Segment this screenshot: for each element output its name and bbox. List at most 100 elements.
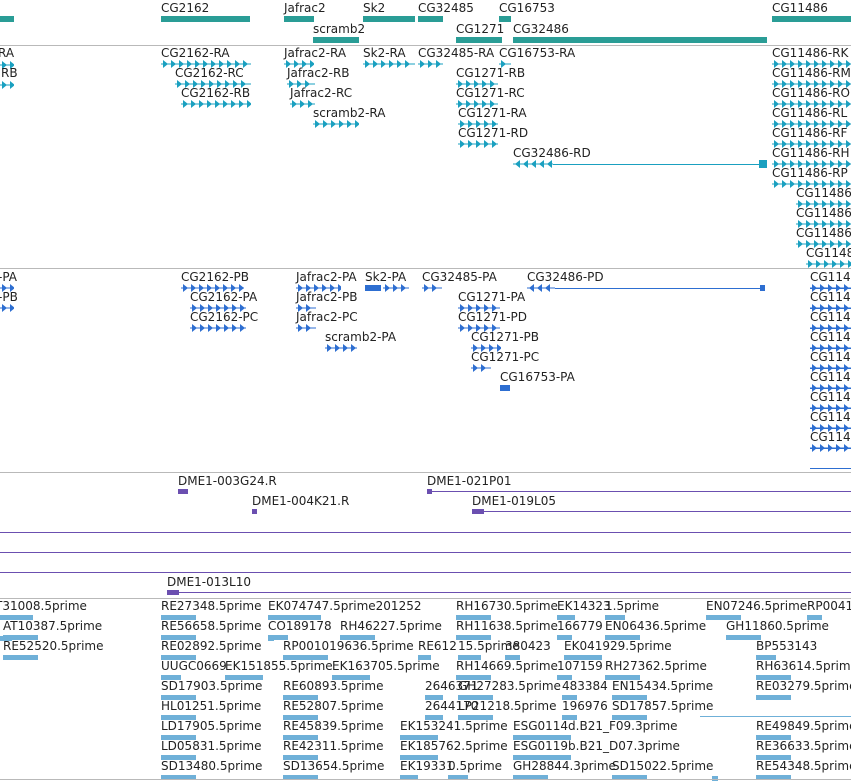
est-label[interactable]: SD17857.5prime <box>612 699 713 713</box>
transcript-label[interactable]: CG11486-RK <box>772 46 848 60</box>
est-feature[interactable] <box>268 636 274 641</box>
est-label[interactable]: EK074747.5prime201252 <box>268 599 421 613</box>
est-label[interactable]: 107159 <box>557 659 603 673</box>
protein-label[interactable]: CG32486-PD <box>527 270 604 284</box>
transcript-label[interactable]: CG1271-RB <box>456 66 525 80</box>
est-label[interactable]: EK14323 <box>557 599 611 613</box>
clone-feature[interactable] <box>178 489 188 494</box>
est-label[interactable]: RE612 <box>418 639 457 653</box>
est-label[interactable]: BP553143 <box>756 639 817 653</box>
protein-label[interactable]: Jafrac2-PC <box>296 310 358 324</box>
protein-exon[interactable] <box>500 385 510 391</box>
protein-label[interactable]: -PB <box>0 290 18 304</box>
protein-label[interactable]: CG114 <box>810 270 851 284</box>
protein-label[interactable]: Jafrac2-PA <box>296 270 357 284</box>
clone-label[interactable]: DME1-003G24.R <box>178 474 277 488</box>
transcript-label[interactable]: Jafrac2-RA <box>284 46 346 60</box>
est-label[interactable]: EK151855.5prime <box>225 659 333 673</box>
transcript-label[interactable]: CG16753-RA <box>499 46 575 60</box>
est-label[interactable]: SD13480.5prime <box>161 759 262 773</box>
clone-label[interactable]: DME1-021P01 <box>427 474 512 488</box>
est-label[interactable]: RH46227.5prime <box>340 619 442 633</box>
est-label[interactable]: RE27348.5prime <box>161 599 262 613</box>
est-label[interactable]: RP0041 <box>807 599 851 613</box>
protein-label[interactable]: -PA <box>0 270 17 284</box>
est-label[interactable]: LP21218.5prime <box>458 699 557 713</box>
est-label[interactable]: AT10387.5prime <box>3 619 102 633</box>
est-label[interactable]: RE02892.5prime <box>161 639 262 653</box>
transcript-glyph[interactable] <box>363 60 415 68</box>
transcript-label[interactable]: CG11486 <box>796 206 851 220</box>
protein-label[interactable]: Jafrac2-PB <box>296 290 357 304</box>
gene-label[interactable]: Sk2 <box>363 1 385 15</box>
est-label[interactable]: CO189178 <box>268 619 332 633</box>
est-label[interactable]: RP001019636.5prime <box>283 639 414 653</box>
est-label[interactable]: RH14669.5prime <box>456 659 558 673</box>
clone-label[interactable]: DME1-004K21.R <box>252 494 349 508</box>
gene-feature[interactable] <box>418 16 443 22</box>
transcript-glyph[interactable] <box>313 120 359 128</box>
est-label[interactable]: 380423 <box>505 639 551 653</box>
clone-feature[interactable] <box>252 509 257 514</box>
est-label[interactable]: SD15022.5prime <box>612 759 713 773</box>
transcript-label[interactable]: CG11486-RH <box>772 146 850 160</box>
est-label[interactable]: EK153241.5prime <box>400 719 508 733</box>
protein-label[interactable]: CG114 <box>810 310 851 324</box>
est-label[interactable]: EK19331 <box>400 759 454 773</box>
transcript-label[interactable]: CG11486-RP <box>772 166 848 180</box>
protein-label[interactable]: Sk2-PA <box>365 270 406 284</box>
protein-glyph[interactable] <box>422 284 442 292</box>
gene-label[interactable]: CG32486 <box>513 22 569 36</box>
transcript-label[interactable]: Sk2-RA <box>363 46 406 60</box>
est-label[interactable]: RE52520.5prime <box>3 639 104 653</box>
transcript-glyph[interactable] <box>181 100 251 108</box>
protein-label[interactable]: CG1271-PD <box>458 310 527 324</box>
est-label[interactable]: LD17905.5prime <box>161 719 262 733</box>
transcript-label[interactable]: CG1148 <box>806 246 851 260</box>
protein-glyph[interactable] <box>527 284 555 292</box>
est-label[interactable]: UUGC0669 <box>161 659 227 673</box>
gene-feature[interactable] <box>363 16 415 22</box>
est-feature[interactable] <box>3 655 39 660</box>
est-feature[interactable] <box>700 716 851 717</box>
gene-feature[interactable] <box>456 37 502 43</box>
est-feature[interactable] <box>756 695 792 700</box>
protein-glyph[interactable] <box>0 304 14 312</box>
protein-label[interactable]: CG114 <box>810 390 851 404</box>
transcript-label[interactable]: CG1271-RA <box>458 106 527 120</box>
transcript-label[interactable]: CG11486 <box>796 226 851 240</box>
est-label[interactable]: 483384 <box>562 679 608 693</box>
transcript-label[interactable]: CG2162-RA <box>161 46 230 60</box>
est-label[interactable]: RE54348.5prime <box>756 759 851 773</box>
est-label[interactable]: LD05831.5prime <box>161 739 262 753</box>
gene-label[interactable]: CG1271 <box>456 22 504 36</box>
gene-feature[interactable] <box>0 16 14 22</box>
transcript-label[interactable]: CG11486-RF <box>772 126 847 140</box>
protein-glyph[interactable] <box>325 344 357 352</box>
transcript-label[interactable]: Jafrac2-RB <box>287 66 350 80</box>
est-label[interactable]: GH11860.5prime <box>726 619 829 633</box>
protein-label[interactable]: CG2162-PA <box>190 290 257 304</box>
protein-glyph[interactable] <box>471 364 491 372</box>
est-label[interactable]: ESG0119b.B21_D07.3prime <box>513 739 680 753</box>
protein-label[interactable]: CG114 <box>810 290 851 304</box>
transcript-label[interactable]: CG11486-RL <box>772 106 847 120</box>
transcript-label[interactable]: Jafrac2-RC <box>290 86 352 100</box>
est-label[interactable]: EK163705.5prime <box>332 659 440 673</box>
transcript-glyph[interactable] <box>418 60 443 68</box>
protein-label[interactable]: CG16753-PA <box>500 370 575 384</box>
est-label[interactable]: EK185762.5prime <box>400 739 508 753</box>
est-label[interactable]: RE03279.5prime <box>756 679 851 693</box>
transcript-glyph[interactable] <box>0 81 14 89</box>
transcript-label[interactable]: scramb2-RA <box>313 106 385 120</box>
est-label[interactable]: 0.5prime <box>448 759 502 773</box>
gene-label[interactable]: CG32485 <box>418 1 474 15</box>
est-label[interactable]: GH28844.3prime <box>513 759 616 773</box>
protein-label[interactable]: CG114 <box>810 410 851 424</box>
transcript-label[interactable]: RA <box>0 46 14 60</box>
est-label[interactable]: 1.5prime <box>605 599 659 613</box>
transcript-label[interactable]: CG32485-RA <box>418 46 494 60</box>
est-label[interactable]: RH16730.5prime <box>456 599 558 613</box>
est-label[interactable]: RE45839.5prime <box>283 719 384 733</box>
clone-label[interactable]: DME1-013L10 <box>167 575 251 589</box>
